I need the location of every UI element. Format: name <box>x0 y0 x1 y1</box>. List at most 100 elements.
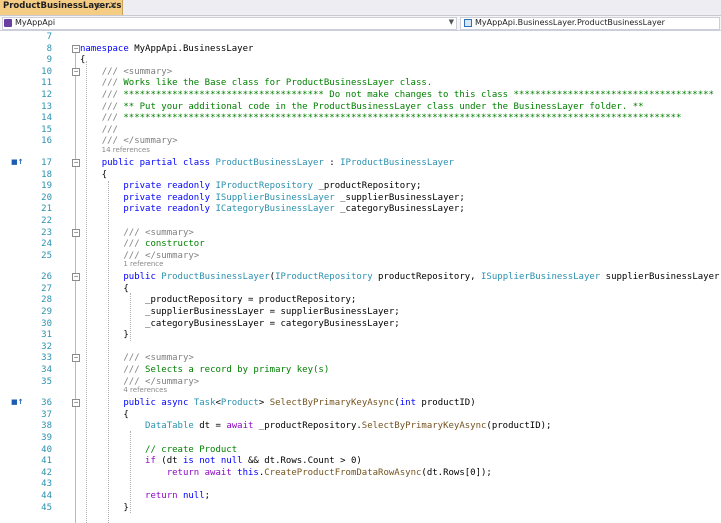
code-text[interactable]: namespace MyAppApi.BusinessLayer <box>80 43 253 55</box>
code-text[interactable]: /// ** Put your additional code in the P… <box>80 101 644 113</box>
references-link[interactable]: 14 references <box>102 145 150 155</box>
line-number: 15 <box>41 124 52 135</box>
collapse-icon[interactable]: − <box>72 44 80 53</box>
code-line: 44 return null; <box>0 490 721 502</box>
code-token: ISupplierBusinessLayer <box>481 272 601 283</box>
code-text[interactable]: /// <summary> <box>80 66 172 78</box>
collapse-icon[interactable]: − <box>72 399 80 408</box>
code-line: 8 − namespace MyAppApi.BusinessLayer <box>0 43 721 55</box>
code-line: 14 /// *********************************… <box>0 112 721 124</box>
line-number: 10 <box>41 66 52 77</box>
code-text[interactable]: public partial class ProductBusinessLaye… <box>80 157 454 169</box>
line-number: 14 <box>41 113 52 124</box>
code-token: private readonly <box>123 192 211 203</box>
code-line: 36 ■↑ − public async Task<Product> SelectB… <box>0 397 721 409</box>
line-number: 11 <box>41 78 52 89</box>
code-text[interactable]: { <box>80 54 85 66</box>
code-token: _categoryBusinessLayer; <box>334 204 465 215</box>
code-token: namespace <box>80 43 129 54</box>
code-text[interactable]: DataTable dt = await _productRepository.… <box>80 420 551 432</box>
code-text[interactable]: } <box>80 329 128 341</box>
references-link[interactable]: 1 reference <box>123 259 163 269</box>
code-text[interactable]: /// Selects a record by primary key(s) <box>80 364 329 376</box>
code-editor[interactable]: 7 8− namespace MyAppApi.BusinessLayer 9{10−… <box>0 31 721 523</box>
code-text[interactable]: /// ************************************… <box>80 112 682 124</box>
line-number: 13 <box>41 101 52 112</box>
code-text[interactable]: /// constructor <box>80 238 204 250</box>
project-dropdown[interactable]: MyAppApi ▼ <box>2 17 457 30</box>
code-text[interactable]: _supplierBusinessLayer = supplierBusines… <box>80 306 400 318</box>
code-token: /// <box>123 239 140 250</box>
collapse-icon[interactable]: − <box>72 273 80 282</box>
code-token: _productRepository. <box>253 421 362 432</box>
line-number: 22 <box>41 215 52 226</box>
code-text[interactable]: { <box>80 169 107 181</box>
references-link[interactable]: 4 references <box>123 385 167 395</box>
chevron-down-icon[interactable]: ▼ <box>449 18 454 26</box>
code-text[interactable]: /// Works like the Base class for Produc… <box>80 77 433 89</box>
code-line: 10 − /// <summary> <box>0 66 721 78</box>
code-line: 41 if (dt is not null && dt.Rows.Count >… <box>0 455 721 467</box>
line-number: 31 <box>41 330 52 341</box>
code-token: return <box>145 490 178 501</box>
line-number: 42 <box>41 467 52 478</box>
code-token: IProductRepository <box>215 181 314 192</box>
code-text[interactable]: if (dt is not null && dt.Rows.Count > 0) <box>80 455 362 467</box>
code-text[interactable]: public ProductBusinessLayer(IProductRepo… <box>80 271 721 283</box>
code-line: 21 private readonly ICategoryBusinessLay… <box>0 203 721 215</box>
code-token: ProductBusinessLayer <box>215 157 324 168</box>
implementation-marker-icon[interactable]: ■↑ <box>11 158 23 166</box>
line-number: 28 <box>41 295 52 306</box>
code-text[interactable]: _productRepository = productRepository; <box>80 294 356 306</box>
code-text[interactable]: /// <summary> <box>80 352 193 364</box>
tab-product-business-layer[interactable]: ProductBusinessLayer.cs ⊕ × <box>0 0 123 15</box>
code-line: 38 DataTable dt = await _productReposito… <box>0 420 721 432</box>
type-dropdown[interactable]: MyAppApi.BusinessLayer.ProductBusinessLa… <box>460 17 720 30</box>
line-number: 7 <box>46 32 52 42</box>
code-text[interactable]: // create Product <box>80 444 237 456</box>
line-number: 26 <box>41 272 52 283</box>
collapse-icon[interactable]: − <box>72 67 80 76</box>
code-token: // create Product <box>145 444 238 455</box>
line-number: 19 <box>41 181 52 192</box>
code-token: ICategoryBusinessLayer <box>215 204 335 215</box>
line-number: 17 <box>41 157 52 168</box>
code-text[interactable]: { <box>80 409 128 421</box>
line-number: 38 <box>41 421 52 432</box>
code-text[interactable]: private readonly ISupplierBusinessLayer … <box>80 192 464 204</box>
pin-icon[interactable]: ⊕ <box>95 1 102 10</box>
code-text[interactable]: } <box>80 502 129 514</box>
code-text[interactable]: return null; <box>80 490 210 502</box>
code-token: DataTable <box>145 421 194 432</box>
code-text[interactable]: private readonly IProductRepository _pro… <box>80 180 421 192</box>
implementation-marker-icon[interactable]: ■↑ <box>11 398 23 406</box>
tab-title: ProductBusinessLayer.cs <box>3 1 122 11</box>
collapse-icon[interactable]: − <box>72 354 80 363</box>
code-text[interactable]: private readonly ICategoryBusinessLayer … <box>80 203 465 215</box>
code-text[interactable]: /// <box>80 124 118 136</box>
code-token: /// <summary> <box>123 227 194 238</box>
code-line: 37 { <box>0 409 721 421</box>
code-text[interactable]: { <box>80 283 128 295</box>
collapse-icon[interactable]: − <box>72 228 80 237</box>
code-line: 13 /// ** Put your additional code in th… <box>0 101 721 113</box>
code-line: 26 − public ProductBusinessLayer(IProduct… <box>0 271 721 283</box>
code-text[interactable]: public async Task<Product> SelectByPrima… <box>80 397 475 409</box>
code-text[interactable]: _categoryBusinessLayer = categoryBusines… <box>80 318 400 330</box>
code-token: /// <box>101 78 118 89</box>
code-line: 19 private readonly IProductRepository _… <box>0 180 721 192</box>
code-text[interactable]: /// <summary> <box>80 227 194 239</box>
close-icon[interactable]: × <box>109 0 117 11</box>
code-token: } <box>80 502 129 513</box>
code-token: SelectByPrimaryKeyAsync <box>269 398 395 409</box>
type-dropdown-value: MyAppApi.BusinessLayer.ProductBusinessLa… <box>475 18 665 27</box>
line-number: 41 <box>41 456 52 467</box>
code-text[interactable]: /// ************************************… <box>80 89 714 101</box>
collapse-icon[interactable]: − <box>72 158 80 167</box>
code-line: 40 // create Product <box>0 444 721 456</box>
code-text[interactable]: return await this.CreateProductFromDataR… <box>80 467 492 479</box>
